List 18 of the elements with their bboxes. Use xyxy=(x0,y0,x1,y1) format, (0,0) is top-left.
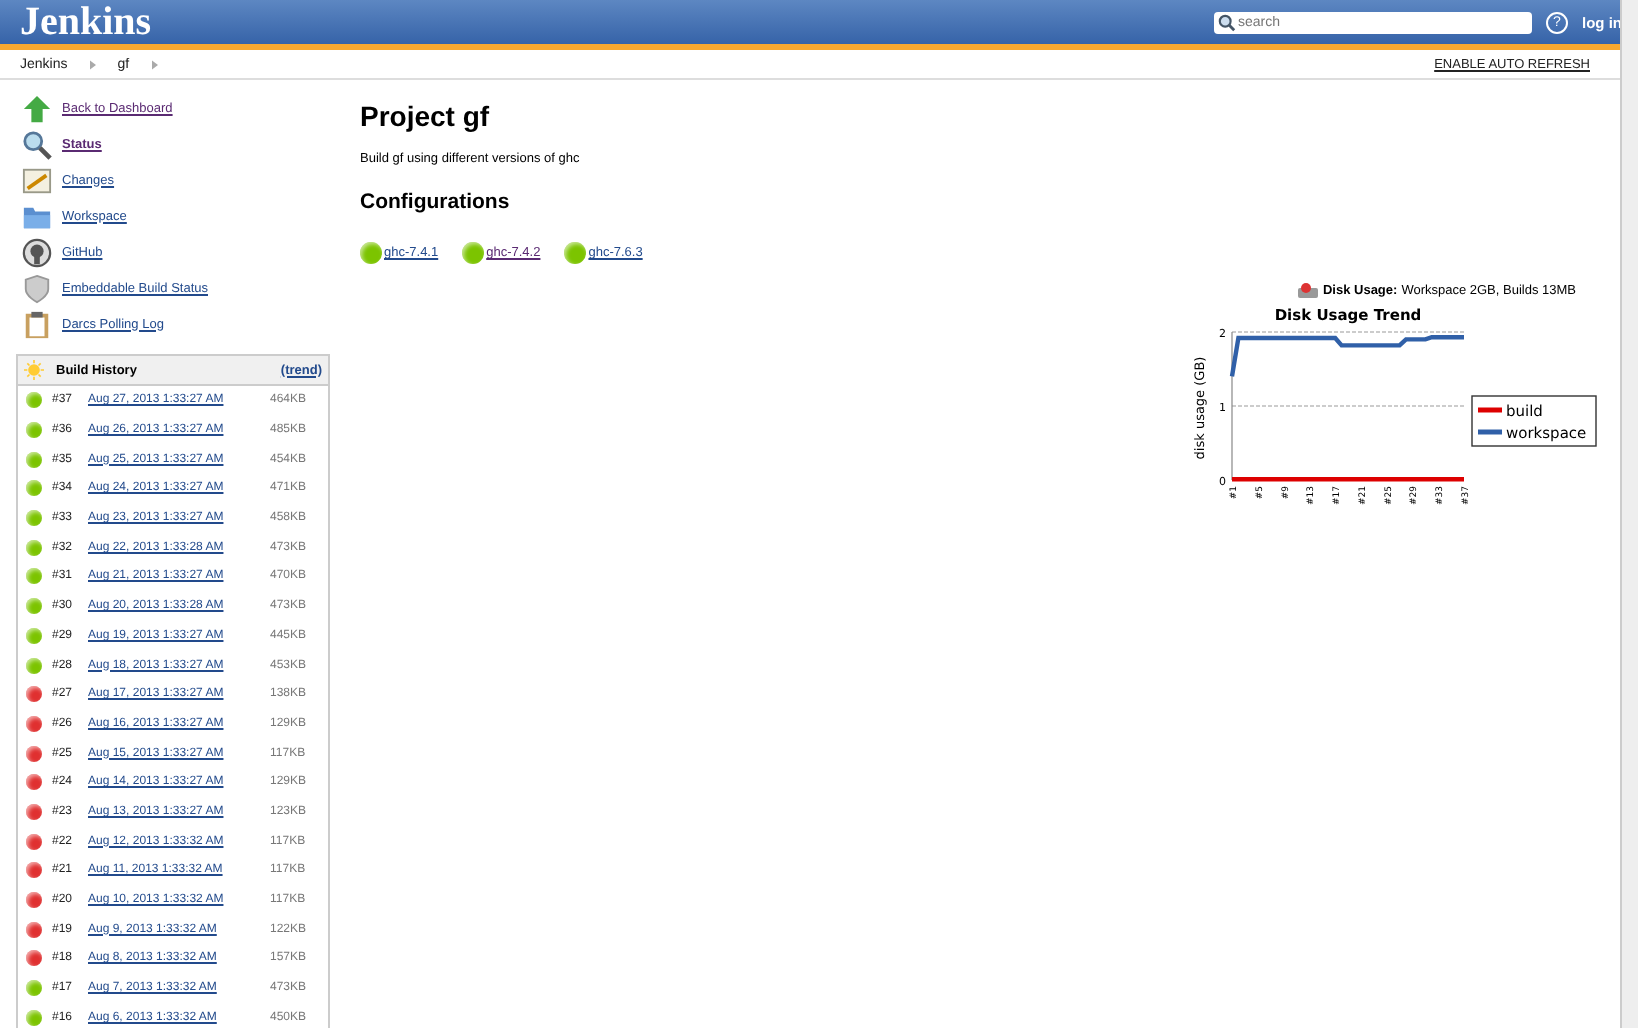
search-icon xyxy=(1218,13,1236,31)
legend-box xyxy=(1471,395,1597,447)
up-icon xyxy=(22,93,52,123)
clipboard-icon xyxy=(22,309,52,339)
chevron-icon[interactable] xyxy=(89,59,96,69)
status-ball-icon xyxy=(360,242,382,264)
project-title: Project gf xyxy=(360,100,492,132)
legend-swatch xyxy=(1478,407,1502,413)
chevron-icon[interactable] xyxy=(151,59,158,69)
jenkins-logo[interactable]: Jenkins xyxy=(20,0,152,45)
sun-icon xyxy=(24,360,44,380)
legend-swatch xyxy=(1478,429,1502,435)
scrollbar[interactable] xyxy=(1620,0,1638,1028)
shield-icon xyxy=(22,273,52,303)
status-ball-icon xyxy=(462,242,485,264)
status-ball-icon xyxy=(564,242,587,264)
configurations-heading: Configurations xyxy=(360,190,512,214)
changes-icon xyxy=(22,165,52,195)
